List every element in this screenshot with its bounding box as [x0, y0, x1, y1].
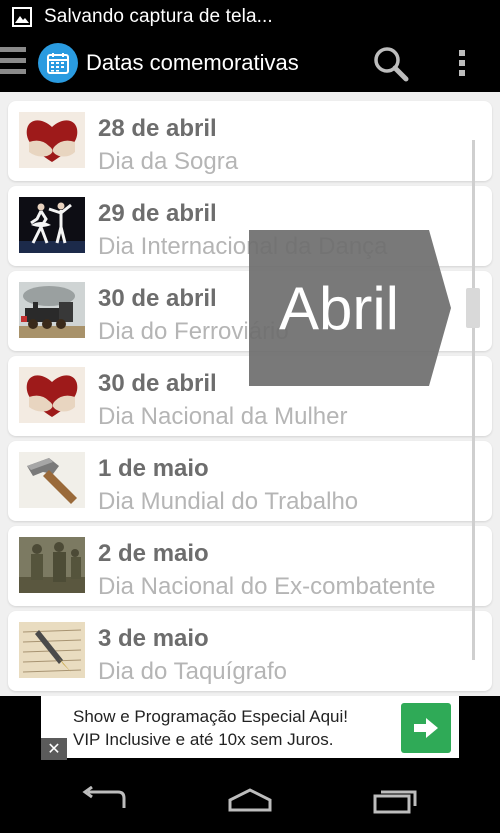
- month-label: Abril: [278, 274, 400, 342]
- arrow-right-icon: [414, 718, 438, 738]
- ad-line2[interactable]: VIP Inclusive e até 10x sem Juros.: [73, 730, 333, 750]
- calendar-icon[interactable]: [38, 43, 78, 83]
- scrollbar-track[interactable]: [472, 140, 475, 660]
- list-item[interactable]: 2 de maio Dia Nacional do Ex-combatente: [8, 526, 492, 606]
- list-item[interactable]: 1 de maio Dia Mundial do Trabalho: [8, 441, 492, 521]
- ad-content[interactable]: Show e Programação Especial Aqui! VIP In…: [41, 696, 459, 758]
- ad-line1[interactable]: Show e Programação Especial Aqui!: [73, 707, 348, 727]
- recents-icon[interactable]: [373, 786, 419, 814]
- ad-arrow-button[interactable]: [401, 703, 451, 753]
- home-icon[interactable]: [226, 788, 274, 812]
- item-date: 30 de abril: [98, 285, 217, 312]
- overflow-menu-icon[interactable]: [457, 50, 467, 78]
- app-title: Datas comemorativas: [86, 50, 299, 75]
- status-text: Salvando captura de tela...: [44, 6, 273, 27]
- search-icon[interactable]: [372, 46, 410, 82]
- status-bar: Salvando captura de tela...: [0, 0, 500, 34]
- back-icon[interactable]: [80, 785, 128, 812]
- ad-banner[interactable]: Show e Programação Especial Aqui! VIP In…: [0, 696, 500, 766]
- list-item[interactable]: 28 de abril Dia da Sogra: [8, 101, 492, 181]
- hammer-thumbnail: [19, 452, 85, 508]
- month-indicator: Abril: [249, 230, 451, 386]
- soldiers-thumbnail: [19, 537, 85, 593]
- heart-hug-thumbnail: [19, 367, 85, 423]
- item-title: Dia Mundial do Trabalho: [98, 488, 359, 515]
- item-title: Dia da Sogra: [98, 148, 239, 175]
- image-icon: [12, 6, 34, 28]
- ad-close-button[interactable]: ✕: [41, 738, 67, 760]
- item-title: Dia do Taquígrafo: [98, 658, 288, 685]
- action-bar: Datas comemorativas: [0, 34, 500, 92]
- heart-hug-thumbnail: [19, 112, 85, 168]
- drawer-menu-icon[interactable]: [0, 47, 26, 79]
- item-title: Dia Nacional da Mulher: [98, 403, 348, 430]
- scrollbar-thumb[interactable]: [466, 288, 480, 328]
- holiday-list[interactable]: 28 de abril Dia da Sogra 29 de abril Dia…: [0, 92, 500, 696]
- item-title: Dia Nacional do Ex-combatente: [98, 573, 436, 600]
- fountain-pen-thumbnail: [19, 622, 85, 678]
- item-date: 2 de maio: [98, 540, 209, 567]
- item-date: 30 de abril: [98, 370, 217, 397]
- item-date: 29 de abril: [98, 200, 217, 227]
- item-date: 28 de abril: [98, 115, 217, 142]
- ballet-dancers-thumbnail: [19, 197, 85, 253]
- steam-train-thumbnail: [19, 282, 85, 338]
- list-item[interactable]: 3 de maio Dia do Taquígrafo: [8, 611, 492, 691]
- item-date: 1 de maio: [98, 455, 209, 482]
- navigation-bar: [0, 766, 500, 833]
- item-date: 3 de maio: [98, 625, 209, 652]
